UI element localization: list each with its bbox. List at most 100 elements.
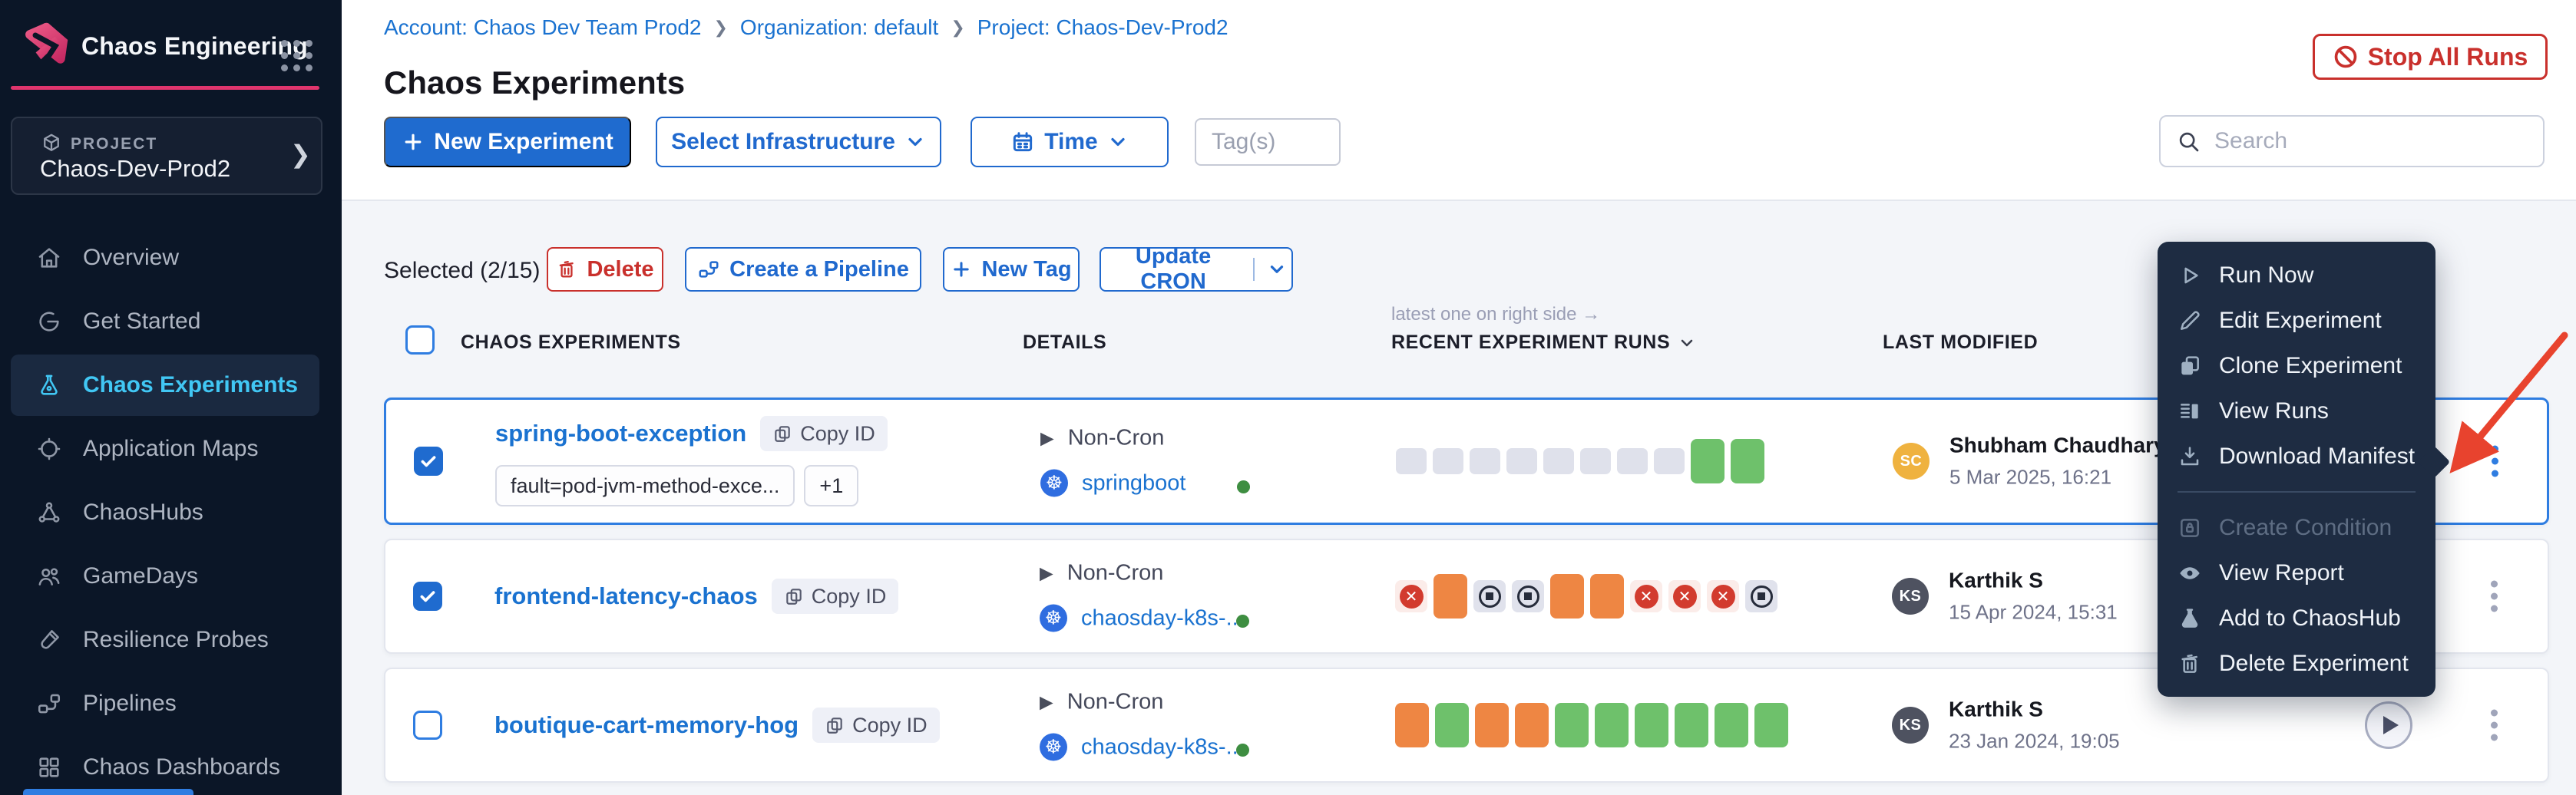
sidebar-item-chaos-dashboards[interactable]: Chaos Dashboards [11, 737, 319, 795]
sidebar-item-get-started[interactable]: Get Started [11, 291, 319, 352]
run-status-passed[interactable] [1595, 703, 1629, 747]
dashboard-icon [35, 754, 63, 781]
avatar: SC [1893, 443, 1930, 480]
run-status-passed[interactable] [1754, 703, 1788, 747]
project-selector[interactable]: PROJECT Chaos-Dev-Prod2 ❯ [11, 117, 322, 195]
breadcrumb-project[interactable]: Project: Chaos-Dev-Prod2 [977, 15, 1228, 40]
sidebar-scroll-hint [23, 789, 193, 795]
run-status-warning[interactable] [1475, 703, 1509, 747]
experiment-name-link[interactable]: spring-boot-exception [495, 420, 746, 447]
row-options-menu-button[interactable] [2483, 702, 2505, 749]
tag-chip: +1 [804, 465, 858, 506]
sidebar-item-application-maps[interactable]: Application Maps [11, 418, 319, 480]
column-header-recent-runs[interactable]: RECENT EXPERIMENT RUNS [1391, 332, 1696, 354]
breadcrumb: Account: Chaos Dev Team Prod2 ❯ Organiza… [384, 15, 1228, 40]
run-status-passed[interactable] [1715, 703, 1748, 747]
run-status-failed[interactable]: ✕ [1395, 580, 1427, 612]
infrastructure-link[interactable]: springboot [1082, 470, 1185, 496]
breadcrumb-organization[interactable]: Organization: default [740, 15, 938, 40]
cron-type-icon: ▶ [1040, 428, 1054, 449]
menu-item-label: View Report [2219, 560, 2344, 586]
menu-item-clone-experiment[interactable]: Clone Experiment [2158, 343, 2435, 388]
chaos-experiments-page: Chaos Engineering PROJECT Chaos-Dev-Prod… [0, 0, 2576, 795]
search-input[interactable] [2213, 127, 2528, 155]
delete-selected-button[interactable]: Delete [547, 247, 663, 292]
tags-filter-input[interactable] [1195, 118, 1341, 166]
schedule-type: Non-Cron [1067, 690, 1164, 715]
menu-item-view-runs[interactable]: View Runs [2158, 388, 2435, 434]
stop-all-runs-button[interactable]: Stop All Runs [2313, 34, 2548, 80]
accent-divider [11, 86, 319, 90]
recent-runs-cell [1396, 439, 1764, 483]
sidebar-item-label: ChaosHubs [83, 500, 203, 526]
sidebar-item-resilience-probes[interactable]: Resilience Probes [11, 609, 319, 671]
run-status-empty [1433, 448, 1463, 474]
copy-id-button[interactable]: Copy ID [772, 579, 899, 614]
list-icon [2178, 399, 2202, 424]
menu-item-delete-experiment[interactable]: Delete Experiment [2158, 641, 2435, 686]
menu-item-add-to-chaoshub[interactable]: Add to ChaosHub [2158, 595, 2435, 641]
run-status-warning[interactable] [1590, 574, 1624, 619]
copy-id-button[interactable]: Copy ID [812, 708, 940, 743]
update-cron-label: Update CRON [1106, 244, 1241, 295]
row-checkbox[interactable] [414, 447, 443, 476]
module-grid-icon[interactable] [281, 40, 312, 71]
menu-item-run-now[interactable]: Run Now [2158, 252, 2435, 298]
column-header-experiments: CHAOS EXPERIMENTS [461, 332, 681, 354]
run-status-passed[interactable] [1555, 703, 1589, 747]
run-status-stopped[interactable] [1473, 580, 1506, 612]
run-status-stopped[interactable] [1512, 580, 1544, 612]
menu-item-download-manifest[interactable]: Download Manifest [2158, 434, 2435, 479]
update-cron-button[interactable]: Update CRON [1100, 247, 1293, 292]
run-status-passed[interactable] [1731, 439, 1764, 483]
new-tag-button[interactable]: New Tag [943, 247, 1080, 292]
run-status-failed[interactable]: ✕ [1630, 580, 1662, 612]
row-checkbox[interactable] [413, 582, 442, 611]
run-status-passed[interactable] [1675, 703, 1708, 747]
run-status-stopped[interactable] [1745, 580, 1777, 612]
copy-id-button[interactable]: Copy ID [760, 416, 888, 451]
run-status-passed[interactable] [1635, 703, 1668, 747]
row-options-menu-button[interactable] [2484, 438, 2506, 485]
get-started-icon [35, 308, 63, 335]
run-status-failed[interactable]: ✕ [1707, 580, 1739, 612]
run-status-warning[interactable] [1433, 574, 1467, 619]
modified-by-name: Karthik S [1949, 569, 2118, 593]
sidebar-item-chaos-experiments[interactable]: Chaos Experiments [11, 355, 319, 416]
modified-date: 23 Jan 2024, 19:05 [1949, 730, 2120, 754]
run-status-passed[interactable] [1691, 439, 1724, 483]
sidebar-item-gamedays[interactable]: GameDays [11, 546, 319, 607]
row-options-menu-button[interactable] [2483, 573, 2505, 620]
menu-item-view-report[interactable]: View Report [2158, 550, 2435, 595]
infrastructure-link[interactable]: chaosday-k8s-... [1081, 734, 1245, 760]
experiment-name-link[interactable]: boutique-cart-memory-hog [494, 711, 799, 739]
time-filter-dropdown[interactable]: Time [971, 117, 1169, 167]
row-checkbox[interactable] [413, 711, 442, 740]
select-all-checkbox[interactable] [405, 325, 435, 355]
run-status-passed[interactable] [1435, 703, 1469, 747]
breadcrumb-account[interactable]: Account: Chaos Dev Team Prod2 [384, 15, 701, 40]
infrastructure-link[interactable]: chaosday-k8s-... [1081, 605, 1245, 631]
run-status-failed[interactable]: ✕ [1668, 580, 1701, 612]
select-infrastructure-dropdown[interactable]: Select Infrastructure [656, 117, 941, 167]
sidebar-item-pipelines[interactable]: Pipelines [11, 673, 319, 734]
column-header-details: DETAILS [1023, 332, 1106, 354]
cron-type-icon: ▶ [1040, 692, 1053, 713]
experiment-name-link[interactable]: frontend-latency-chaos [494, 582, 758, 610]
sidebar-item-label: Chaos Experiments [83, 372, 298, 398]
sidebar-item-overview[interactable]: Overview [11, 227, 319, 289]
run-status-empty [1617, 448, 1648, 474]
delete-label: Delete [587, 257, 653, 282]
modified-by-name: Karthik S [1949, 698, 2120, 722]
menu-item-edit-experiment[interactable]: Edit Experiment [2158, 298, 2435, 343]
eye-icon [2178, 561, 2202, 586]
create-pipeline-button[interactable]: Create a Pipeline [685, 247, 921, 292]
run-experiment-play-button[interactable] [2365, 701, 2412, 749]
run-status-warning[interactable] [1550, 574, 1584, 619]
new-experiment-button[interactable]: New Experiment [384, 117, 631, 167]
run-status-warning[interactable] [1515, 703, 1549, 747]
run-status-warning[interactable] [1395, 703, 1429, 747]
search-box [2159, 115, 2545, 167]
tag-chip: fault=pod-jvm-method-exce... [495, 465, 795, 506]
sidebar-item-chaoshubs[interactable]: ChaosHubs [11, 482, 319, 543]
